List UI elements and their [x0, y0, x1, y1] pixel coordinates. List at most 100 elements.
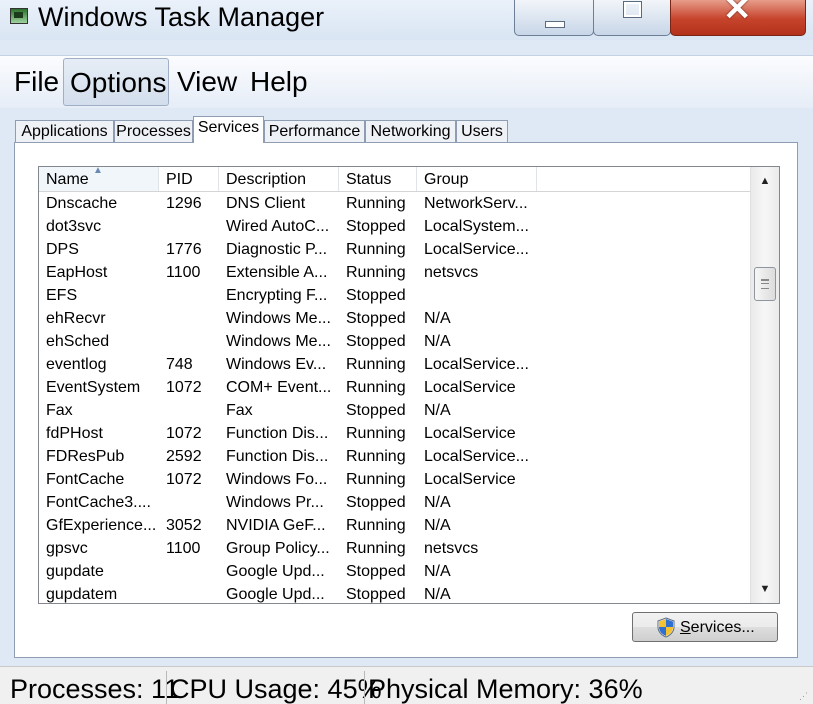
cell-status: Stopped	[346, 586, 406, 603]
table-row[interactable]: GfExperience... 3052 NVIDIA GeF... Running N…	[39, 514, 751, 537]
minimize-icon	[545, 21, 565, 28]
cell-name: DPS	[46, 241, 79, 258]
cell-status: Running	[346, 241, 406, 258]
cell-description: NVIDIA GeF...	[226, 517, 326, 534]
title-bar: Windows Task Manager ✕	[0, 0, 813, 40]
table-row[interactable]: fdPHost 1072 Function Dis... Running LocalSe…	[39, 422, 751, 445]
cell-group: LocalService	[424, 471, 516, 488]
column-header-name[interactable]: ▲ Name	[39, 167, 159, 191]
cell-status: Running	[346, 264, 406, 281]
cell-name: gupdate	[46, 563, 104, 580]
uac-shield-icon	[657, 617, 675, 638]
cell-description: Windows Pr...	[226, 494, 324, 511]
column-header-status[interactable]: Status	[339, 167, 417, 191]
cell-status: Stopped	[346, 310, 406, 327]
cell-description: Windows Me...	[226, 310, 331, 327]
cell-status: Running	[346, 471, 406, 488]
table-row[interactable]: eventlog 748 Windows Ev... Running LocalServ…	[39, 353, 751, 376]
menu-options[interactable]: Options	[63, 58, 169, 106]
status-cpu-usage: CPU Usage: 45%	[170, 674, 382, 704]
vertical-scrollbar[interactable]: ▲ ▼	[750, 167, 779, 603]
cell-group: NetworkServ...	[424, 195, 528, 212]
cell-name: GfExperience...	[46, 517, 157, 534]
scrollbar-thumb[interactable]	[754, 267, 776, 301]
cell-status: Running	[346, 448, 406, 465]
table-row[interactable]: FontCache 1072 Windows Fo... Running LocalSe…	[39, 468, 751, 491]
tab-processes[interactable]: Processes	[114, 120, 193, 142]
cell-group: LocalService...	[424, 241, 529, 258]
status-divider	[166, 671, 167, 704]
column-header-description[interactable]: Description	[219, 167, 339, 191]
column-header-name-label: Name	[46, 171, 89, 188]
menu-help[interactable]: Help	[244, 58, 314, 106]
cell-group: LocalService...	[424, 448, 529, 465]
table-row[interactable]: EFS Encrypting F... Stopped	[39, 284, 751, 307]
cell-pid: 1776	[166, 241, 202, 258]
tab-networking[interactable]: Networking	[365, 120, 456, 142]
cell-group: LocalSystem...	[424, 218, 529, 235]
column-header-pid[interactable]: PID	[159, 167, 219, 191]
table-row[interactable]: FDResPub 2592 Function Dis... Running LocalS…	[39, 445, 751, 468]
cell-status: Running	[346, 425, 406, 442]
window-title: Windows Task Manager	[38, 2, 325, 32]
status-divider	[364, 671, 365, 704]
column-header-group[interactable]: Group	[417, 167, 537, 191]
cell-status: Stopped	[346, 563, 406, 580]
cell-description: Extensible A...	[226, 264, 328, 281]
cell-description: Google Upd...	[226, 563, 325, 580]
cell-description: Google Upd...	[226, 586, 325, 603]
cell-name: FDResPub	[46, 448, 125, 465]
services-list[interactable]: ▲ Name PID Description Status Group Dnsc…	[38, 166, 780, 604]
scroll-up-arrow-icon[interactable]: ▲	[751, 169, 779, 193]
cell-name: ehRecvr	[46, 310, 106, 327]
cell-description: Function Dis...	[226, 448, 329, 465]
table-row[interactable]: DPS 1776 Diagnostic P... Running LocalServic…	[39, 238, 751, 261]
cell-group: N/A	[424, 310, 451, 327]
cell-name: gpsvc	[46, 540, 88, 557]
menu-view[interactable]: View	[171, 58, 243, 106]
close-button[interactable]: ✕	[670, 0, 806, 36]
tab-applications[interactable]: Applications	[15, 120, 114, 142]
list-rows: Dnscache 1296 DNS Client Running NetworkServ…	[39, 192, 751, 603]
table-row[interactable]: EventSystem 1072 COM+ Event... Running Local…	[39, 376, 751, 399]
table-row[interactable]: Fax Fax Stopped N/A	[39, 399, 751, 422]
cell-pid: 748	[166, 356, 193, 373]
scroll-down-arrow-icon[interactable]: ▼	[751, 577, 779, 601]
cell-name: Dnscache	[46, 195, 118, 212]
table-row[interactable]: ehRecvr Windows Me... Stopped N/A	[39, 307, 751, 330]
maximize-button[interactable]	[593, 0, 671, 36]
cell-status: Running	[346, 195, 406, 212]
tab-services[interactable]: Services	[193, 116, 264, 143]
table-row[interactable]: gupdatem Google Upd... Stopped N/A	[39, 583, 751, 603]
minimize-button[interactable]	[514, 0, 594, 36]
services-button[interactable]: Services...	[632, 612, 778, 642]
cell-name: fdPHost	[46, 425, 103, 442]
tab-users[interactable]: Users	[456, 120, 508, 142]
cell-group: N/A	[424, 563, 451, 580]
cell-status: Stopped	[346, 402, 406, 419]
table-row[interactable]: ehSched Windows Me... Stopped N/A	[39, 330, 751, 353]
cell-pid: 1296	[166, 195, 202, 212]
menu-file[interactable]: File	[8, 58, 65, 106]
cell-description: Windows Me...	[226, 333, 331, 350]
cell-description: Windows Fo...	[226, 471, 328, 488]
cell-pid: 1100	[166, 540, 201, 557]
table-row[interactable]: dot3svc Wired AutoC... Stopped LocalSystem.…	[39, 215, 751, 238]
tab-performance[interactable]: Performance	[264, 120, 365, 142]
cell-description: Windows Ev...	[226, 356, 327, 373]
table-row[interactable]: gupdate Google Upd... Stopped N/A	[39, 560, 751, 583]
menu-bar: File Options View Help	[0, 55, 813, 108]
cell-description: DNS Client	[226, 195, 306, 212]
table-row[interactable]: FontCache3.... Windows Pr... Stopped N/A	[39, 491, 751, 514]
table-row[interactable]: Dnscache 1296 DNS Client Running NetworkServ…	[39, 192, 751, 215]
cell-name: ehSched	[46, 333, 110, 350]
maximize-icon	[623, 1, 642, 18]
task-manager-icon[interactable]	[10, 8, 28, 24]
table-row[interactable]: EapHost 1100 Extensible A... Running netsvcs	[39, 261, 751, 284]
cell-description: Group Policy...	[226, 540, 330, 557]
cell-name: Fax	[46, 402, 73, 419]
table-row[interactable]: gpsvc 1100 Group Policy... Running netsvcs	[39, 537, 751, 560]
cell-group: LocalService	[424, 379, 516, 396]
cell-status: Stopped	[346, 494, 406, 511]
resize-grip-icon[interactable]: ⋰	[799, 691, 809, 701]
